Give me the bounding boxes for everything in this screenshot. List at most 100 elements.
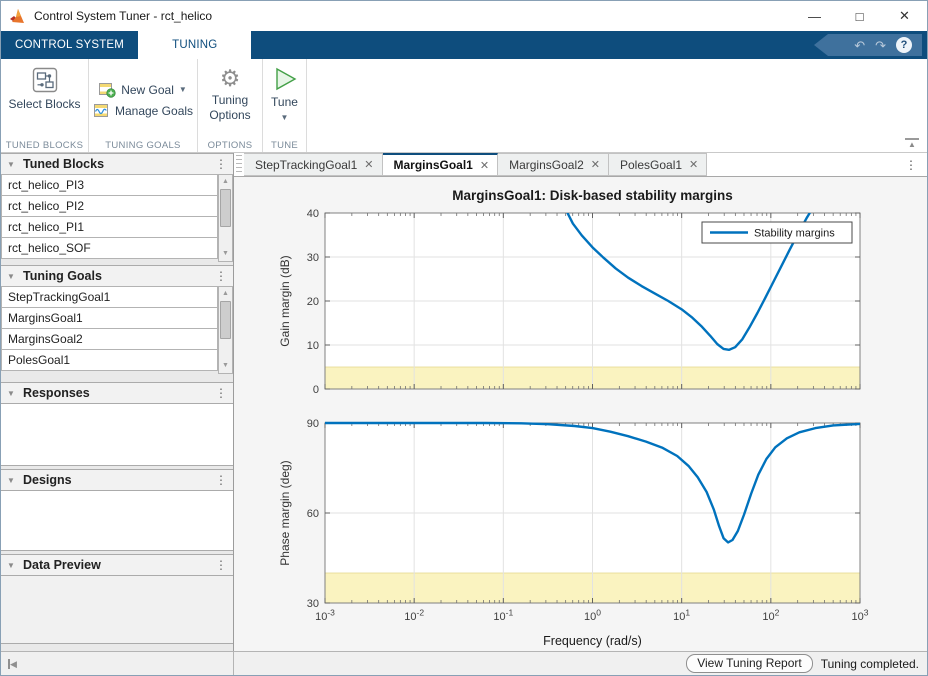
panel-header-designs[interactable]: ▼ Designs ⋮: [1, 469, 233, 491]
undo-icon[interactable]: ↶: [854, 39, 865, 52]
svg-text:20: 20: [307, 296, 319, 308]
quick-access-toolbar: ↶ ↷ ?: [814, 34, 922, 56]
new-goal-button[interactable]: New Goal ▼: [99, 82, 187, 98]
svg-text:Gain margin (dB): Gain margin (dB): [278, 255, 292, 346]
doc-tab-polesgoal1[interactable]: PolesGoal1 ✕: [609, 153, 707, 176]
tab-close-icon[interactable]: ✕: [689, 158, 698, 171]
panel-title: Tuned Blocks: [23, 157, 104, 171]
collapse-sidebar-icon[interactable]: ◀: [8, 659, 17, 669]
ribbon-toolbar: Select Blocks TUNED BLOCKS New Goal ▼: [1, 59, 927, 153]
svg-text:Stability margins: Stability margins: [754, 228, 835, 240]
document-tab-bar: StepTrackingGoal1 ✕ MarginsGoal1 ✕ Margi…: [234, 153, 927, 177]
ribbon-tab-bar: CONTROL SYSTEM TUNING ↶ ↷ ?: [1, 31, 927, 59]
collapse-icon[interactable]: ▼: [7, 272, 23, 281]
collapse-icon[interactable]: ▼: [7, 476, 23, 485]
doc-tab-marginsgoal1[interactable]: MarginsGoal1 ✕: [383, 153, 499, 176]
list-item[interactable]: MarginsGoal1: [1, 307, 218, 329]
kebab-menu-icon[interactable]: ⋮: [215, 558, 227, 572]
status-bar-left: ◀: [1, 652, 234, 675]
list-item[interactable]: rct_helico_PI2: [1, 195, 218, 217]
tuning-options-button[interactable]: ⚙ Tuning Options: [204, 64, 256, 123]
list-item[interactable]: rct_helico_PI1: [1, 216, 218, 238]
tab-close-icon[interactable]: ✕: [480, 159, 489, 172]
status-message: Tuning completed.: [821, 657, 919, 671]
list-item[interactable]: MarginsGoal2: [1, 328, 218, 350]
svg-text:102: 102: [762, 608, 779, 624]
panel-header-data-preview[interactable]: ▼ Data Preview ⋮: [1, 554, 233, 576]
scroll-down-icon[interactable]: ▼: [222, 247, 229, 261]
doc-tab-kebab-icon[interactable]: ⋮: [905, 158, 927, 176]
select-blocks-label: Select Blocks: [8, 97, 80, 112]
view-tuning-report-button[interactable]: View Tuning Report: [686, 654, 813, 673]
select-blocks-icon: [31, 66, 59, 94]
tune-play-icon: [272, 66, 298, 92]
responses-panel-body: [1, 404, 233, 466]
minimize-button[interactable]: —: [792, 1, 837, 31]
toolbar-group-options: ⚙ Tuning Options OPTIONS: [198, 59, 263, 152]
tab-close-icon[interactable]: ✕: [591, 158, 600, 171]
panel-title: Data Preview: [23, 558, 101, 572]
tuning-goals-list: StepTrackingGoal1 MarginsGoal1 MarginsGo…: [1, 287, 233, 374]
tab-control-system[interactable]: CONTROL SYSTEM: [1, 31, 138, 59]
collapse-icon[interactable]: ▼: [7, 160, 23, 169]
matlab-logo-icon: [9, 7, 27, 25]
redo-icon[interactable]: ↷: [875, 39, 886, 52]
status-bar: ◀ View Tuning Report Tuning completed.: [1, 651, 927, 675]
svg-text:10: 10: [307, 340, 319, 352]
panel-title: Designs: [23, 473, 72, 487]
svg-text:30: 30: [307, 252, 319, 264]
scroll-up-icon[interactable]: ▲: [222, 175, 229, 189]
group-footer-tune: TUNE: [263, 140, 306, 151]
scrollbar[interactable]: ▲ ▼: [218, 174, 233, 262]
svg-text:101: 101: [673, 608, 690, 624]
scroll-down-icon[interactable]: ▼: [222, 359, 229, 373]
scrollbar[interactable]: ▲ ▼: [218, 286, 233, 374]
tune-dropdown-icon: ▼: [281, 113, 289, 123]
gear-icon: ⚙: [220, 66, 241, 90]
svg-text:10-2: 10-2: [404, 608, 424, 624]
kebab-menu-icon[interactable]: ⋮: [215, 473, 227, 487]
panel-header-tuning-goals[interactable]: ▼ Tuning Goals ⋮: [1, 265, 233, 287]
tab-close-icon[interactable]: ✕: [364, 158, 373, 171]
svg-text:30: 30: [307, 598, 319, 610]
maximize-button[interactable]: □: [837, 1, 882, 31]
list-item[interactable]: rct_helico_PI3: [1, 174, 218, 196]
kebab-menu-icon[interactable]: ⋮: [215, 157, 227, 171]
panel-title: Tuning Goals: [23, 269, 102, 283]
tune-label: Tune: [271, 95, 298, 110]
panel-header-tuned-blocks[interactable]: ▼ Tuned Blocks ⋮: [1, 153, 233, 175]
splitter-grip[interactable]: [236, 155, 242, 173]
kebab-menu-icon[interactable]: ⋮: [215, 269, 227, 283]
app-window: Control System Tuner - rct_helico — □ ✕ …: [0, 0, 928, 676]
collapse-icon[interactable]: ▼: [7, 561, 23, 570]
scroll-thumb[interactable]: [220, 189, 231, 227]
doc-tab-label: MarginsGoal2: [509, 158, 584, 172]
scroll-thumb[interactable]: [220, 301, 231, 339]
manage-goals-label: Manage Goals: [115, 104, 193, 118]
close-button[interactable]: ✕: [882, 1, 927, 31]
list-item[interactable]: StepTrackingGoal1: [1, 286, 218, 308]
collapse-toolbar-icon[interactable]: ▲: [905, 138, 919, 149]
manage-goals-button[interactable]: Manage Goals: [93, 103, 193, 119]
status-bar-right: View Tuning Report Tuning completed.: [234, 654, 927, 673]
data-preview-panel-body: [1, 576, 233, 644]
help-icon[interactable]: ?: [896, 37, 912, 53]
list-item[interactable]: PolesGoal1: [1, 349, 218, 371]
designs-panel-body: [1, 491, 233, 551]
collapse-icon[interactable]: ▼: [7, 389, 23, 398]
scroll-up-icon[interactable]: ▲: [222, 287, 229, 301]
group-footer-tuning-goals: TUNING GOALS: [89, 140, 197, 151]
kebab-menu-icon[interactable]: ⋮: [215, 386, 227, 400]
svg-text:10-1: 10-1: [493, 608, 513, 624]
doc-tab-marginsgoal2[interactable]: MarginsGoal2 ✕: [498, 153, 609, 176]
panel-header-responses[interactable]: ▼ Responses ⋮: [1, 382, 233, 404]
tab-tuning[interactable]: TUNING: [138, 31, 251, 59]
list-item[interactable]: rct_helico_SOF: [1, 237, 218, 259]
doc-tab-steptrackinggoal1[interactable]: StepTrackingGoal1 ✕: [244, 153, 383, 176]
tune-button[interactable]: Tune ▼: [271, 64, 298, 123]
manage-goals-icon: [93, 103, 110, 119]
new-goal-dropdown-icon: ▼: [179, 85, 187, 94]
toolbar-group-tune: Tune ▼ TUNE: [263, 59, 307, 152]
select-blocks-button[interactable]: Select Blocks: [8, 64, 80, 112]
stability-margins-chart[interactable]: MarginsGoal1: Disk-based stability margi…: [234, 177, 927, 651]
